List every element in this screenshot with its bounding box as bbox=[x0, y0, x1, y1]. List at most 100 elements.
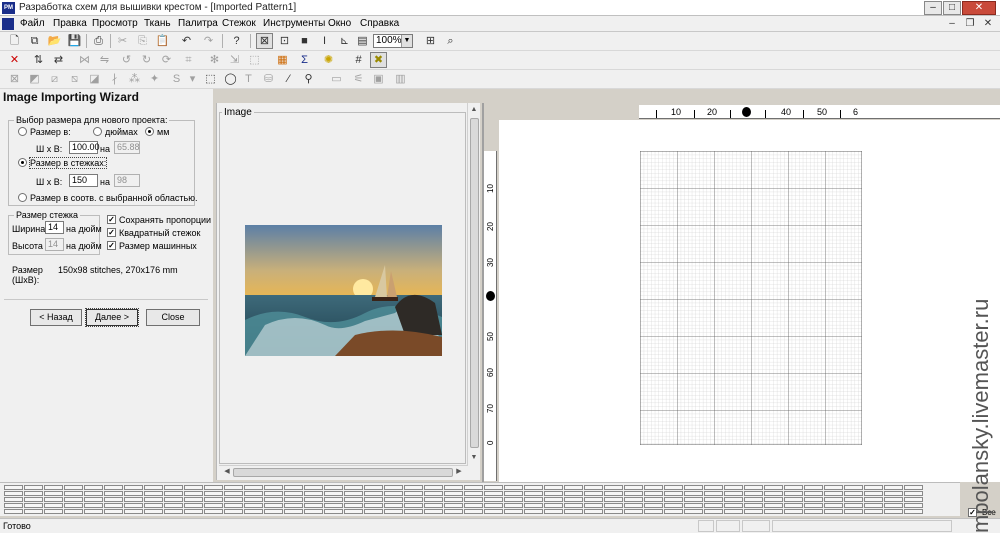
palette-cell[interactable] bbox=[524, 491, 543, 496]
palette-cell[interactable] bbox=[604, 491, 623, 496]
palette-cell[interactable] bbox=[344, 509, 363, 514]
snowflake-icon[interactable]: ✻ bbox=[206, 52, 223, 68]
palette-cell[interactable] bbox=[524, 497, 543, 502]
zoom-fit-icon[interactable]: ⊞ bbox=[422, 33, 439, 49]
palette-cell[interactable] bbox=[424, 485, 443, 490]
palette-cell[interactable] bbox=[204, 503, 223, 508]
palette-cell[interactable] bbox=[644, 491, 663, 496]
palette-cell[interactable] bbox=[704, 491, 723, 496]
palette-cell[interactable] bbox=[364, 509, 383, 514]
palette-cell[interactable] bbox=[764, 497, 783, 502]
palette-cell[interactable] bbox=[804, 491, 823, 496]
palette-cell[interactable] bbox=[604, 497, 623, 502]
palette-cell[interactable] bbox=[764, 485, 783, 490]
palette-cell[interactable] bbox=[864, 491, 883, 496]
menu-help[interactable]: Справка bbox=[360, 18, 399, 29]
palette-cell[interactable] bbox=[144, 497, 163, 502]
menu-stitch[interactable]: Стежок bbox=[222, 18, 256, 29]
palette-cell[interactable] bbox=[624, 485, 643, 490]
palette-cell[interactable] bbox=[384, 497, 403, 502]
symbol-view-icon[interactable]: ⊡ bbox=[276, 33, 293, 49]
eyedropper-icon[interactable]: ⁄ bbox=[280, 71, 297, 87]
palette-cell[interactable] bbox=[724, 485, 743, 490]
palette-cell[interactable] bbox=[244, 491, 263, 496]
palette-cell[interactable] bbox=[844, 491, 863, 496]
palette-cell[interactable] bbox=[64, 485, 83, 490]
copy-icon[interactable]: ⎘ bbox=[134, 33, 151, 49]
mdi-minimize-button[interactable]: – bbox=[944, 17, 960, 31]
palette-cell[interactable] bbox=[864, 509, 883, 514]
palette-cell[interactable] bbox=[564, 503, 583, 508]
palette-cell[interactable] bbox=[364, 485, 383, 490]
palette-cell[interactable] bbox=[564, 497, 583, 502]
palette-cell[interactable] bbox=[124, 485, 143, 490]
scroll-thumb[interactable] bbox=[233, 468, 453, 477]
palette-cell[interactable] bbox=[304, 509, 323, 514]
palette-cell[interactable] bbox=[604, 503, 623, 508]
palette-cell[interactable] bbox=[324, 491, 343, 496]
palette-cell[interactable] bbox=[244, 509, 263, 514]
menu-edit[interactable]: Правка bbox=[53, 18, 87, 29]
palette-cell[interactable] bbox=[24, 509, 43, 514]
mm-radio[interactable] bbox=[145, 127, 154, 136]
palette-cell[interactable] bbox=[104, 497, 123, 502]
palette-cell[interactable] bbox=[644, 503, 663, 508]
maximize-button[interactable]: □ bbox=[943, 1, 961, 15]
palette-cell[interactable] bbox=[164, 497, 183, 502]
palette-cell[interactable] bbox=[24, 503, 43, 508]
palette-cell[interactable] bbox=[524, 503, 543, 508]
palette-cell[interactable] bbox=[644, 509, 663, 514]
palette-cell[interactable] bbox=[304, 503, 323, 508]
stitches-radio[interactable] bbox=[18, 158, 27, 167]
palette-cell[interactable] bbox=[604, 509, 623, 514]
palette-cell[interactable] bbox=[164, 491, 183, 496]
scroll-down-icon[interactable]: ▼ bbox=[468, 452, 480, 464]
palette-cell[interactable] bbox=[284, 509, 303, 514]
palette-cell[interactable] bbox=[524, 485, 543, 490]
palette-cell[interactable] bbox=[264, 503, 283, 508]
palette-cell[interactable] bbox=[704, 509, 723, 514]
palette-cell[interactable] bbox=[384, 491, 403, 496]
palette-cell[interactable] bbox=[804, 503, 823, 508]
palette-cell[interactable] bbox=[844, 509, 863, 514]
palette-cell[interactable] bbox=[264, 485, 283, 490]
menu-tools[interactable]: Инструменты bbox=[263, 18, 325, 29]
palette-cell[interactable] bbox=[684, 491, 703, 496]
next-button[interactable]: Далее > bbox=[85, 308, 139, 327]
palette-cell[interactable] bbox=[344, 491, 363, 496]
palette-cell[interactable] bbox=[624, 503, 643, 508]
palette-cell[interactable] bbox=[44, 491, 63, 496]
palette-cell[interactable] bbox=[544, 509, 563, 514]
chevron-down-icon[interactable]: ▾ bbox=[184, 71, 201, 87]
palette-cell[interactable] bbox=[104, 503, 123, 508]
palette-cell[interactable] bbox=[4, 503, 23, 508]
rotate-left-icon[interactable]: ↺ bbox=[118, 52, 135, 68]
save-icon[interactable]: 💾 bbox=[66, 33, 83, 49]
palette-cell[interactable] bbox=[524, 509, 543, 514]
palette-cell[interactable] bbox=[584, 509, 603, 514]
text-tool-icon[interactable]: T bbox=[240, 71, 257, 87]
rotate-right-icon[interactable]: ↻ bbox=[138, 52, 155, 68]
palette-cell[interactable] bbox=[684, 503, 703, 508]
palette-cell[interactable] bbox=[344, 497, 363, 502]
palette-cell[interactable] bbox=[264, 497, 283, 502]
palette-cell[interactable] bbox=[384, 485, 403, 490]
palette-cell[interactable] bbox=[724, 503, 743, 508]
palette-cell[interactable] bbox=[884, 509, 903, 514]
palette-cell[interactable] bbox=[624, 491, 643, 496]
palette-cell[interactable] bbox=[704, 485, 723, 490]
menu-fabric[interactable]: Ткань bbox=[144, 18, 171, 29]
three-quarter-icon[interactable]: ⧅ bbox=[66, 71, 83, 87]
palette-cell[interactable] bbox=[844, 497, 863, 502]
palette-cell[interactable] bbox=[304, 497, 323, 502]
height-mm-field[interactable]: 65.88 bbox=[114, 141, 140, 154]
palette-cell[interactable] bbox=[464, 497, 483, 502]
palette-cell[interactable] bbox=[84, 503, 103, 508]
palette-cell[interactable] bbox=[184, 497, 203, 502]
palette-cell[interactable] bbox=[404, 509, 423, 514]
palette-cell[interactable] bbox=[584, 497, 603, 502]
palette-cell[interactable] bbox=[164, 503, 183, 508]
menu-file[interactable]: Файл bbox=[20, 18, 45, 29]
palette-cell[interactable] bbox=[364, 497, 383, 502]
close-window-button[interactable]: ✕ bbox=[962, 1, 996, 15]
